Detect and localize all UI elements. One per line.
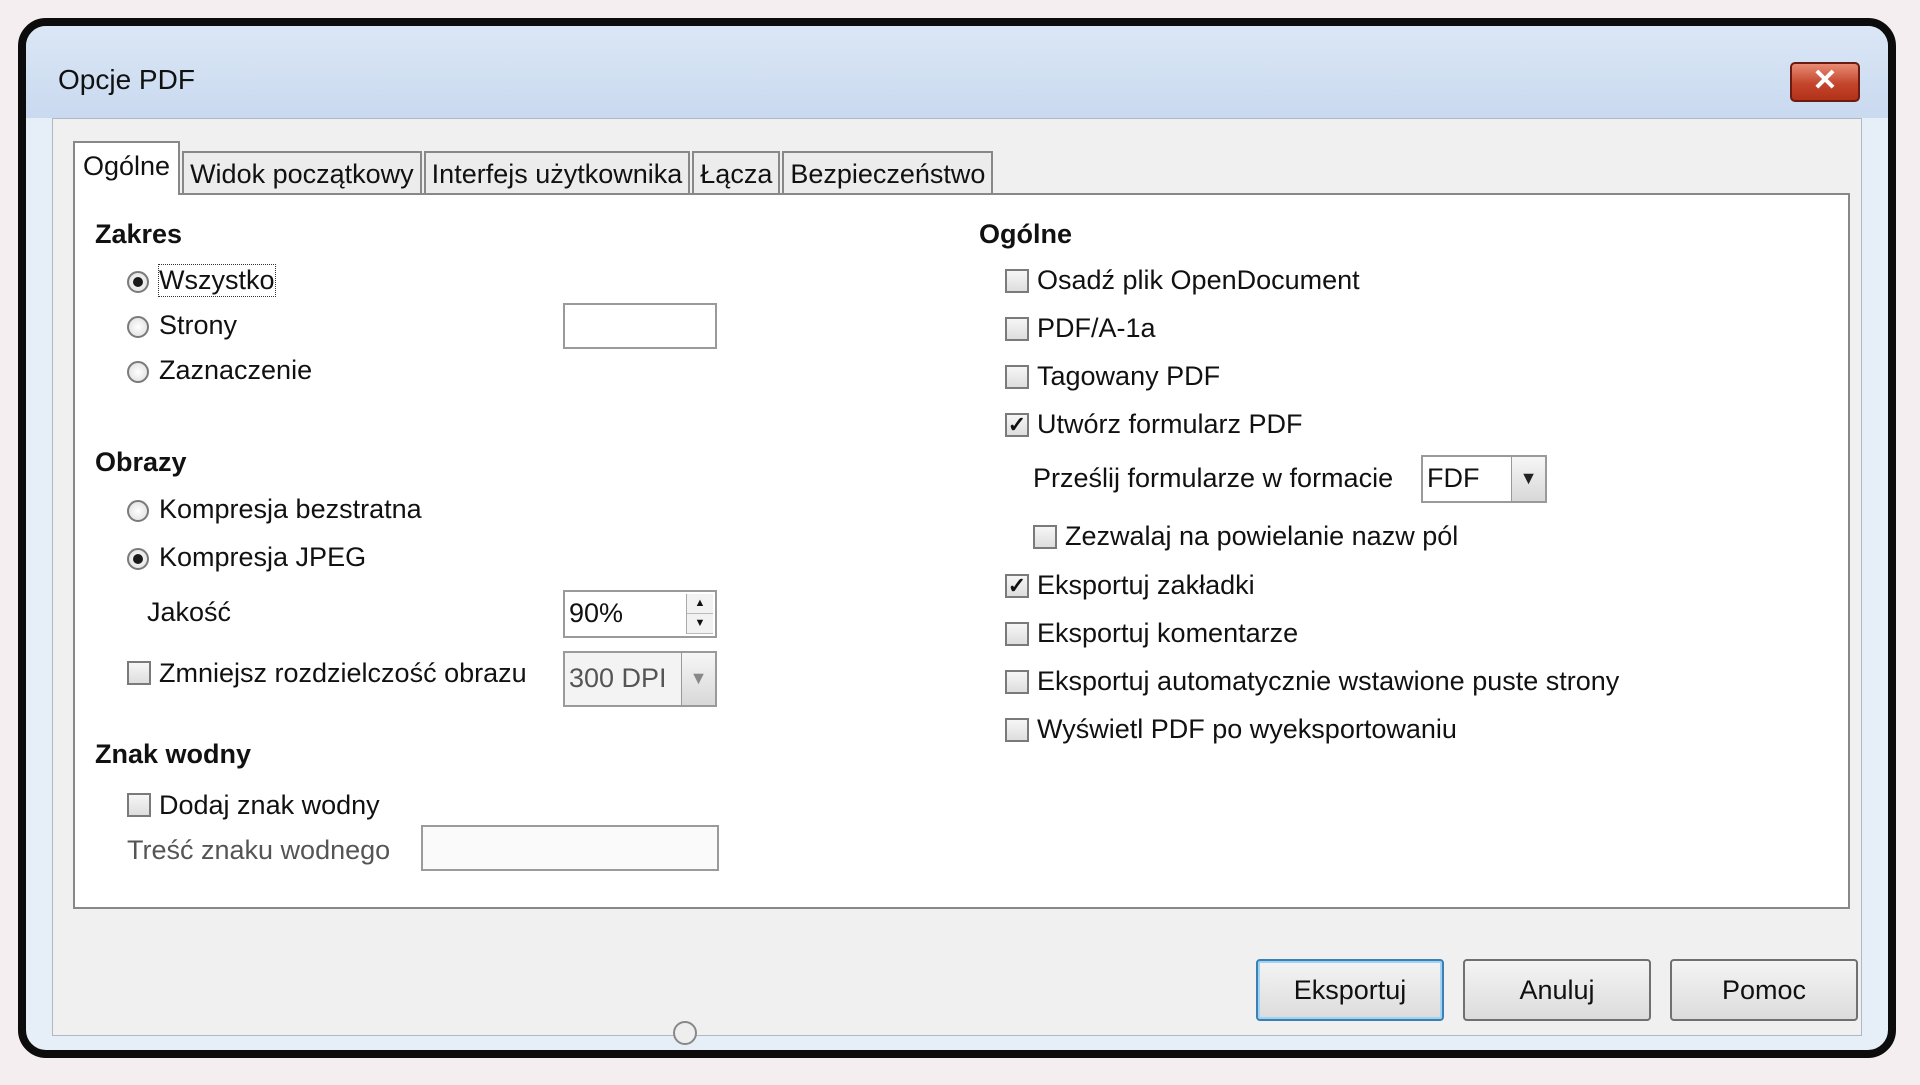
- lossless-compression-label[interactable]: Kompresja bezstratna: [159, 494, 422, 525]
- tab-initial-view[interactable]: Widok początkowy: [182, 151, 422, 195]
- export-comments-label[interactable]: Eksportuj komentarze: [1037, 618, 1298, 649]
- tab-general[interactable]: Ogólne: [73, 141, 181, 195]
- jpeg-compression-label[interactable]: Kompresja JPEG: [159, 542, 366, 573]
- reduce-resolution-label[interactable]: Zmniejsz rozdzielczość obrazu: [159, 658, 527, 689]
- dialog-window: Opcje PDF ✕ Ogólne Widok początkowy Inte…: [18, 18, 1896, 1058]
- quality-label: Jakość: [147, 597, 232, 627]
- chevron-down-icon: ▼: [681, 653, 715, 705]
- range-all-radio[interactable]: [127, 271, 149, 293]
- submit-format-value: FDF: [1427, 463, 1480, 493]
- chevron-down-icon: ▼: [1511, 457, 1545, 501]
- view-pdf-after-export-label[interactable]: Wyświetl PDF po wyeksportowaniu: [1037, 714, 1457, 745]
- images-heading: Obrazy: [95, 447, 187, 477]
- checkmark-icon: ✓: [1007, 573, 1027, 598]
- export-blank-pages-label[interactable]: Eksportuj automatycznie wstawione puste …: [1037, 666, 1619, 697]
- create-form-checkbox[interactable]: ✓: [1005, 413, 1029, 437]
- allow-duplicate-names-checkbox[interactable]: [1033, 525, 1057, 549]
- submit-format-label: Prześlij formularze w formacie: [1033, 463, 1394, 493]
- spinner-buttons: ▲ ▼: [686, 594, 713, 634]
- close-icon: ✕: [1812, 64, 1838, 97]
- range-selection-label[interactable]: Zaznaczenie: [159, 355, 312, 386]
- checkmark-icon: ✓: [1007, 412, 1027, 437]
- watermark-text-input[interactable]: [421, 825, 719, 871]
- export-comments-checkbox[interactable]: [1005, 622, 1029, 646]
- range-pages-radio[interactable]: [127, 316, 149, 338]
- jpeg-compression-radio[interactable]: [127, 548, 149, 570]
- reduce-resolution-checkbox[interactable]: [127, 661, 151, 685]
- range-selection-radio[interactable]: [127, 361, 149, 383]
- view-pdf-after-export-checkbox[interactable]: [1005, 718, 1029, 742]
- add-watermark-label[interactable]: Dodaj znak wodny: [159, 790, 380, 821]
- export-bookmarks-label[interactable]: Eksportuj zakładki: [1037, 570, 1255, 601]
- spin-up-icon[interactable]: ▲: [687, 594, 713, 614]
- add-watermark-checkbox[interactable]: [127, 793, 151, 817]
- general-options-heading: Ogólne: [979, 219, 1072, 249]
- cancel-button[interactable]: Anuluj: [1463, 959, 1651, 1021]
- title-bar[interactable]: Opcje PDF ✕: [26, 26, 1888, 118]
- spin-down-icon[interactable]: ▼: [687, 614, 713, 634]
- watermark-text-label: Treść znaku wodnego: [127, 835, 391, 865]
- tab-user-interface[interactable]: Interfejs użytkownika: [423, 151, 691, 195]
- resize-grip-icon[interactable]: [673, 1021, 697, 1045]
- dpi-select[interactable]: 300 DPI ▼: [563, 651, 717, 707]
- tab-bar: Ogólne Widok początkowy Interfejs użytko…: [73, 141, 995, 195]
- close-button[interactable]: ✕: [1790, 62, 1860, 102]
- create-form-label[interactable]: Utwórz formularz PDF: [1037, 409, 1303, 440]
- radio-selected-dot: [133, 277, 143, 287]
- range-all-label[interactable]: Wszystko: [158, 264, 276, 297]
- window-title: Opcje PDF: [58, 64, 195, 95]
- export-button[interactable]: Eksportuj: [1256, 959, 1444, 1021]
- embed-opendocument-label[interactable]: Osadź plik OpenDocument: [1037, 265, 1360, 296]
- tab-security[interactable]: Bezpieczeństwo: [782, 151, 994, 195]
- dpi-value: 300 DPI: [569, 663, 667, 693]
- pages-input[interactable]: [563, 303, 717, 349]
- lossless-compression-radio[interactable]: [127, 500, 149, 522]
- tab-panel-general: Zakres Wszystko Strony Zaznaczenie Obraz…: [73, 193, 1850, 909]
- quality-spinner[interactable]: 90% ▲ ▼: [563, 590, 717, 638]
- help-button[interactable]: Pomoc: [1670, 959, 1858, 1021]
- tab-links[interactable]: Łącza: [692, 151, 781, 195]
- embed-opendocument-checkbox[interactable]: [1005, 269, 1029, 293]
- quality-value: 90%: [569, 598, 624, 628]
- pdfa-checkbox[interactable]: [1005, 317, 1029, 341]
- watermark-heading: Znak wodny: [95, 739, 252, 769]
- export-blank-pages-checkbox[interactable]: [1005, 670, 1029, 694]
- submit-format-select[interactable]: FDF ▼: [1421, 455, 1547, 503]
- dialog-client-area: Ogólne Widok początkowy Interfejs użytko…: [52, 118, 1862, 1045]
- export-bookmarks-checkbox[interactable]: ✓: [1005, 574, 1029, 598]
- radio-selected-dot: [133, 554, 143, 564]
- allow-duplicate-names-label[interactable]: Zezwalaj na powielanie nazw pól: [1065, 521, 1458, 552]
- range-pages-label[interactable]: Strony: [159, 310, 237, 341]
- pdfa-label[interactable]: PDF/A-1a: [1037, 313, 1156, 344]
- range-heading: Zakres: [95, 219, 183, 249]
- tagged-pdf-label[interactable]: Tagowany PDF: [1037, 361, 1220, 392]
- tagged-pdf-checkbox[interactable]: [1005, 365, 1029, 389]
